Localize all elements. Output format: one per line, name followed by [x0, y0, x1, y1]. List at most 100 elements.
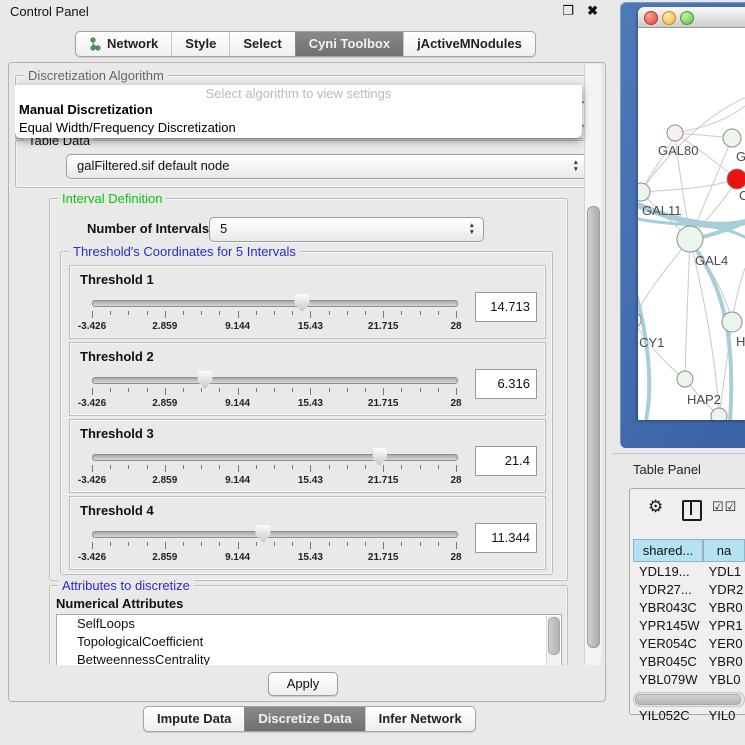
tab-label: Infer Network — [379, 707, 462, 731]
network-node-label: GAL80 — [658, 143, 698, 158]
tick-label: 28 — [450, 321, 461, 332]
table-cell: YDR27... — [633, 581, 703, 599]
tab-impute-data[interactable]: Impute Data — [144, 707, 244, 731]
tab-cyni-toolbox[interactable]: Cyni Toolbox — [295, 32, 403, 56]
threshold-value-field[interactable]: 21.4 — [475, 446, 537, 476]
tab-select[interactable]: Select — [229, 32, 294, 56]
tab-discretize-data[interactable]: Discretize Data — [244, 707, 364, 731]
threshold-label: Threshold 1 — [80, 272, 154, 287]
tab-jactivemnodules[interactable]: jActiveMNodules — [403, 32, 535, 56]
tick-label: 28 — [450, 475, 461, 486]
table-hscrollbar-thumb[interactable] — [635, 694, 741, 705]
network-node-label: GAL11 — [642, 203, 682, 218]
network-node-label: GCY1 — [638, 335, 664, 350]
network-node-green[interactable] — [677, 371, 693, 387]
checkbox-icons[interactable]: ☑☑ — [712, 499, 737, 515]
network-edge[interactable] — [641, 133, 675, 192]
table-row[interactable]: YPR145WYPR1 — [633, 617, 745, 635]
table-column-header[interactable]: shared... — [633, 539, 703, 562]
checkbox-icon[interactable]: ☑ — [725, 499, 738, 514]
slider-thumb[interactable] — [256, 525, 271, 543]
attribute-item-selfloops[interactable]: SelfLoops — [57, 615, 561, 633]
dropdown-item-equal-width-frequency-discretization[interactable]: Equal Width/Frequency Discretization — [15, 119, 582, 137]
tab-infer-network[interactable]: Infer Network — [365, 707, 475, 731]
slider-track[interactable] — [92, 531, 458, 538]
dropdown-prompt: Select algorithm to view settings — [15, 86, 582, 101]
tick-mark — [238, 311, 239, 318]
threshold-panel: Threshold 4-3.4262.8599.14415.4321.71528… — [69, 496, 546, 570]
gear-icon[interactable]: ⚙ — [648, 497, 663, 517]
numerical-attributes-list[interactable]: SelfLoopsTopologicalCoefficientBetweenne… — [56, 614, 562, 665]
table-row[interactable]: YBR045CYBR0 — [633, 653, 745, 671]
slider-thumb[interactable] — [295, 294, 310, 312]
threshold-value: 6.316 — [497, 376, 530, 391]
threshold-value-field[interactable]: 14.713 — [475, 292, 537, 322]
network-edge[interactable] — [685, 239, 690, 379]
network-node-label: GAL4 — [695, 253, 728, 268]
tick-label: 9.144 — [225, 398, 250, 409]
close-icon[interactable]: ✖ — [587, 3, 598, 19]
float-icon[interactable]: ❒ — [562, 3, 574, 19]
right-area: GAL80GCGAL11GAL4GCY1HHAP2 Table Panel ⚙ … — [612, 0, 745, 745]
bottom-tab-bar: Impute DataDiscretize Data Infer Network — [143, 706, 476, 732]
slider-thumb[interactable] — [372, 448, 387, 466]
threshold-value: 21.4 — [505, 453, 530, 468]
table-row[interactable]: YER054CYER0 — [633, 635, 745, 653]
apply-button[interactable]: Apply — [268, 672, 338, 696]
table-hscrollbar[interactable] — [633, 692, 745, 707]
tick-label: -3.426 — [78, 321, 106, 332]
threshold-value-field[interactable]: 6.316 — [475, 369, 537, 399]
table-column-header[interactable]: na — [703, 539, 745, 562]
network-node-red[interactable] — [727, 169, 745, 189]
tab-label: jActiveMNodules — [417, 32, 522, 56]
network-node-green[interactable] — [677, 226, 703, 252]
list-scrollbar-thumb[interactable] — [548, 617, 560, 655]
slider-track[interactable] — [92, 377, 458, 384]
slider-tick-labels: -3.4262.8599.14415.4321.71528 — [92, 321, 456, 333]
network-edge-thick[interactable] — [638, 283, 649, 420]
checkbox-icon[interactable]: ☑ — [712, 499, 725, 514]
network-node-green[interactable] — [638, 183, 650, 201]
slider-track[interactable] — [92, 454, 458, 461]
network-edge[interactable] — [638, 239, 690, 320]
network-icon — [89, 37, 102, 51]
tick-label: 15.43 — [298, 552, 323, 563]
table-cell: YPR145W — [633, 617, 703, 635]
table-row[interactable]: YIL052CYIL0 — [633, 707, 745, 725]
table-row[interactable]: YDL19...YDL1 — [633, 563, 745, 581]
table-cell: YBL079W — [633, 671, 703, 689]
tick-mark — [165, 542, 166, 549]
slider-thumb[interactable] — [197, 371, 212, 389]
tab-style[interactable]: Style — [171, 32, 229, 56]
network-node-green[interactable] — [722, 312, 742, 332]
network-node-green[interactable] — [711, 408, 727, 420]
network-node-pink[interactable] — [667, 125, 683, 141]
close-traffic-light-icon[interactable] — [644, 11, 658, 25]
network-node-green[interactable] — [723, 129, 741, 147]
panel-scrollbar[interactable] — [584, 64, 601, 665]
network-canvas[interactable]: GAL80GCGAL11GAL4GCY1HHAP2 — [638, 28, 745, 420]
tab-network[interactable]: Network — [76, 32, 171, 56]
split-columns-icon[interactable] — [682, 500, 702, 521]
minimize-traffic-light-icon[interactable] — [662, 11, 676, 25]
slider-track[interactable] — [92, 300, 458, 307]
network-edge[interactable] — [641, 179, 737, 192]
tick-mark — [92, 465, 93, 472]
attribute-item-topologicalcoefficient[interactable]: TopologicalCoefficient — [57, 633, 561, 651]
panel-scrollbar-thumb[interactable] — [587, 206, 600, 648]
table-row[interactable]: YBR043CYBR0 — [633, 599, 745, 617]
table-row[interactable]: YBL079WYBL0 — [633, 671, 745, 689]
num-intervals-combobox[interactable]: 5 ▲ ▼ — [209, 217, 484, 242]
dropdown-item-manual-discretization[interactable]: Manual Discretization — [15, 101, 582, 119]
attributes-group: Attributes to discretize Numerical Attri… — [49, 585, 568, 665]
list-scrollbar[interactable] — [546, 616, 560, 665]
attribute-item-betweennesscentrality[interactable]: BetweennessCentrality — [57, 651, 561, 665]
tick-mark — [183, 465, 184, 469]
slider-ticks — [92, 311, 456, 319]
threshold-label: Threshold 3 — [80, 426, 154, 441]
table-row[interactable]: YDR27...YDR2 — [633, 581, 745, 599]
tick-mark — [128, 465, 129, 469]
table-data-combobox[interactable]: galFiltered.sif default node ▲ ▼ — [66, 154, 588, 179]
zoom-traffic-light-icon[interactable] — [680, 11, 694, 25]
threshold-value-field[interactable]: 11.344 — [475, 523, 537, 553]
